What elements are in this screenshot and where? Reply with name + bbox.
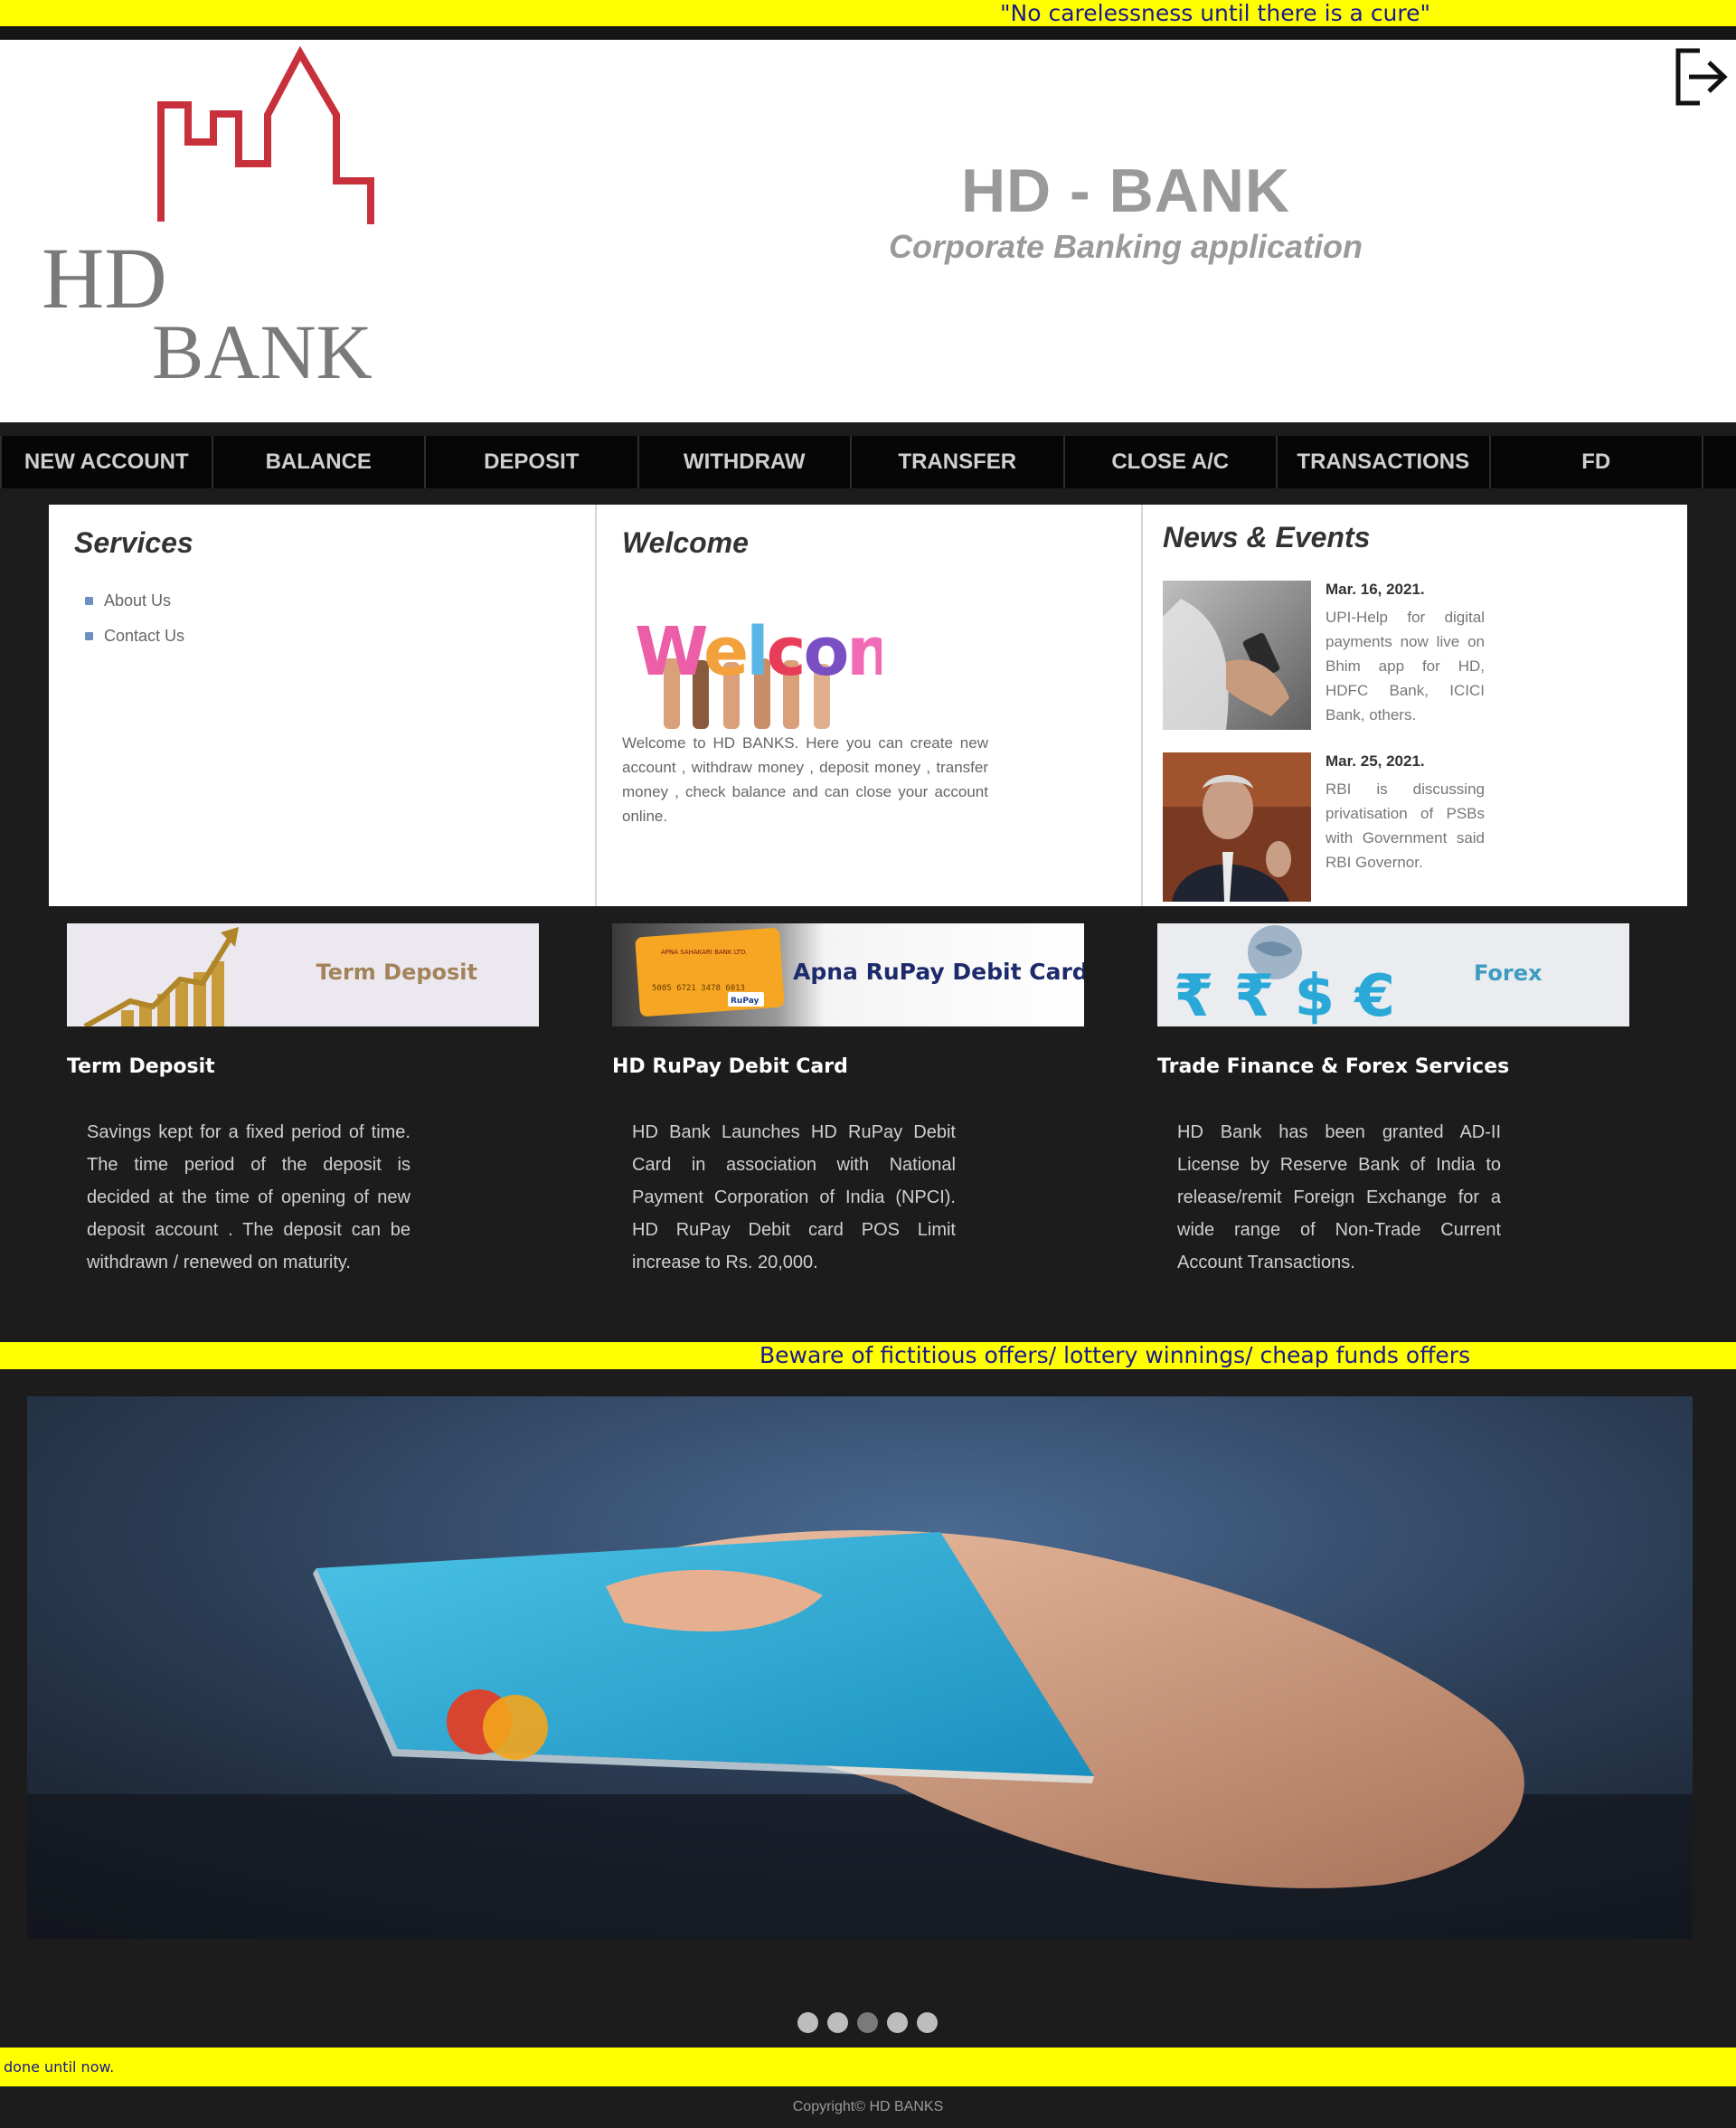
slider-dot[interactable] xyxy=(827,2012,848,2033)
news-item[interactable]: Mar. 16, 2021. UPI-Help for digital paym… xyxy=(1163,581,1488,730)
top-strip xyxy=(0,26,1736,40)
rupay-card-number: 5085 6721 3478 6013 xyxy=(652,984,745,993)
promo-title: HD RuPay Debit Card xyxy=(612,1055,848,1078)
footer: Copyright© HD BANKS xyxy=(0,2086,1736,2128)
bullet-icon xyxy=(85,597,93,605)
bullet-icon xyxy=(85,632,93,640)
nav-transfer[interactable]: TRANSFER xyxy=(852,436,1065,488)
marquee-status-text: done until now. xyxy=(4,2058,115,2076)
rupay-banner[interactable]: APNA SAHAKARI BANK LTD. 5085 6721 3478 6… xyxy=(612,923,1089,1026)
slider-dot[interactable] xyxy=(917,2012,938,2033)
services-link-label: Contact Us xyxy=(104,627,185,645)
news-title: News & Events xyxy=(1163,521,1371,553)
hd-bank-logo: HD BANK xyxy=(42,45,374,380)
services-column: Services About Us Contact Us xyxy=(49,505,595,906)
brand: HD - BANK Corporate Banking application xyxy=(868,156,1383,266)
news-thumbnail xyxy=(1163,581,1311,730)
page-subtitle: Corporate Banking application xyxy=(888,228,1363,265)
promo-term-deposit: Term Deposit Term Deposit Savings kept f… xyxy=(67,923,539,1272)
promo-text: HD Bank Launches HD RuPay Debit Card in … xyxy=(632,1122,956,1272)
slider-dot[interactable] xyxy=(797,2012,818,2033)
logo-text-top: HD xyxy=(42,230,167,326)
copyright-text: Copyright© HD BANKS xyxy=(792,2099,944,2114)
slider-dot[interactable] xyxy=(887,2012,908,2033)
slider-dot-active[interactable] xyxy=(857,2012,878,2033)
welcome-text: Welcome to HD BANKS. Here you can create… xyxy=(622,734,988,825)
news-date: Mar. 16, 2021. xyxy=(1326,581,1425,598)
promo-title: Trade Finance & Forex Services xyxy=(1157,1055,1510,1078)
promo-forex: ₹ ₹ $ € Forex Trade Finance & Forex Serv… xyxy=(1157,923,1629,1272)
marquee-warning: Beware of fictitious offers/ lottery win… xyxy=(0,1342,1736,1369)
services-link-contact[interactable]: Contact Us xyxy=(85,627,184,646)
welcome-column: Welcome Welcome Welcome to HD BANKS. Her… xyxy=(595,505,1141,906)
welcome-image-word: Welcome xyxy=(635,613,882,691)
news-date: Mar. 25, 2021. xyxy=(1326,752,1425,770)
rupay-card-brand: RuPay xyxy=(731,997,759,1006)
forex-symbols: ₹ ₹ $ € xyxy=(1174,963,1395,1026)
services-link-about[interactable]: About Us xyxy=(85,591,184,610)
logo-text-bottom: BANK xyxy=(152,308,373,380)
news-text: RBI is discussing privatisation of PSBs … xyxy=(1326,780,1485,871)
promo-text: HD Bank has been granted AD-II License b… xyxy=(1177,1122,1501,1272)
services-title: Services xyxy=(74,526,193,559)
nav-transactions[interactable]: TRANSACTIONS xyxy=(1278,436,1491,488)
nav-close-account[interactable]: CLOSE A/C xyxy=(1065,436,1278,488)
page-title: HD - BANK xyxy=(960,156,1291,225)
promo-title: Term Deposit xyxy=(67,1055,215,1078)
news-thumbnail xyxy=(1163,752,1311,902)
nav-new-account[interactable]: NEW ACCOUNT xyxy=(0,436,213,488)
content-panel: Services About Us Contact Us Welcome Wel… xyxy=(49,505,1687,906)
news-item[interactable]: Mar. 25, 2021. RBI is discussing privati… xyxy=(1163,752,1488,902)
term-deposit-banner[interactable]: Term Deposit xyxy=(67,923,539,1029)
logout-icon[interactable] xyxy=(1673,45,1729,109)
hero-slider-image xyxy=(27,1396,1693,1939)
rupay-banner-text: Apna RuPay Debit Card xyxy=(793,959,1084,985)
marquee-status: done until now. xyxy=(0,2048,1736,2086)
main-nav: NEW ACCOUNT BALANCE DEPOSIT WITHDRAW TRA… xyxy=(0,436,1736,488)
slider-dots xyxy=(797,2012,938,2033)
header: HD BANK HD - BANK Corporate Banking appl… xyxy=(0,40,1736,422)
nav-deposit[interactable]: DEPOSIT xyxy=(426,436,639,488)
promo-rupay: APNA SAHAKARI BANK LTD. 5085 6721 3478 6… xyxy=(612,923,1089,1272)
marquee-warning-text: Beware of fictitious offers/ lottery win… xyxy=(760,1342,1471,1368)
term-deposit-banner-text: Term Deposit xyxy=(316,960,477,985)
nav-fd[interactable]: FD xyxy=(1491,436,1703,488)
forex-banner[interactable]: ₹ ₹ $ € Forex xyxy=(1157,923,1629,1030)
nav-balance[interactable]: BALANCE xyxy=(213,436,426,488)
services-list: About Us Contact Us xyxy=(85,591,184,662)
welcome-title: Welcome xyxy=(622,526,749,559)
marquee-top: "No carelessness until there is a cure" xyxy=(0,0,1736,26)
welcome-image: Welcome xyxy=(633,595,882,729)
news-text: UPI-Help for digital payments now live o… xyxy=(1326,609,1485,724)
marquee-top-text: "No carelessness until there is a cure" xyxy=(1000,0,1431,26)
rupay-card-bank: APNA SAHAKARI BANK LTD. xyxy=(661,949,748,956)
promo-text: Savings kept for a fixed period of time.… xyxy=(87,1122,410,1272)
nav-withdraw[interactable]: WITHDRAW xyxy=(639,436,852,488)
news-column: News & Events Mar. 16, 2021. UPI-Help fo… xyxy=(1141,505,1687,906)
forex-banner-text: Forex xyxy=(1474,960,1543,986)
services-link-label: About Us xyxy=(104,591,172,610)
